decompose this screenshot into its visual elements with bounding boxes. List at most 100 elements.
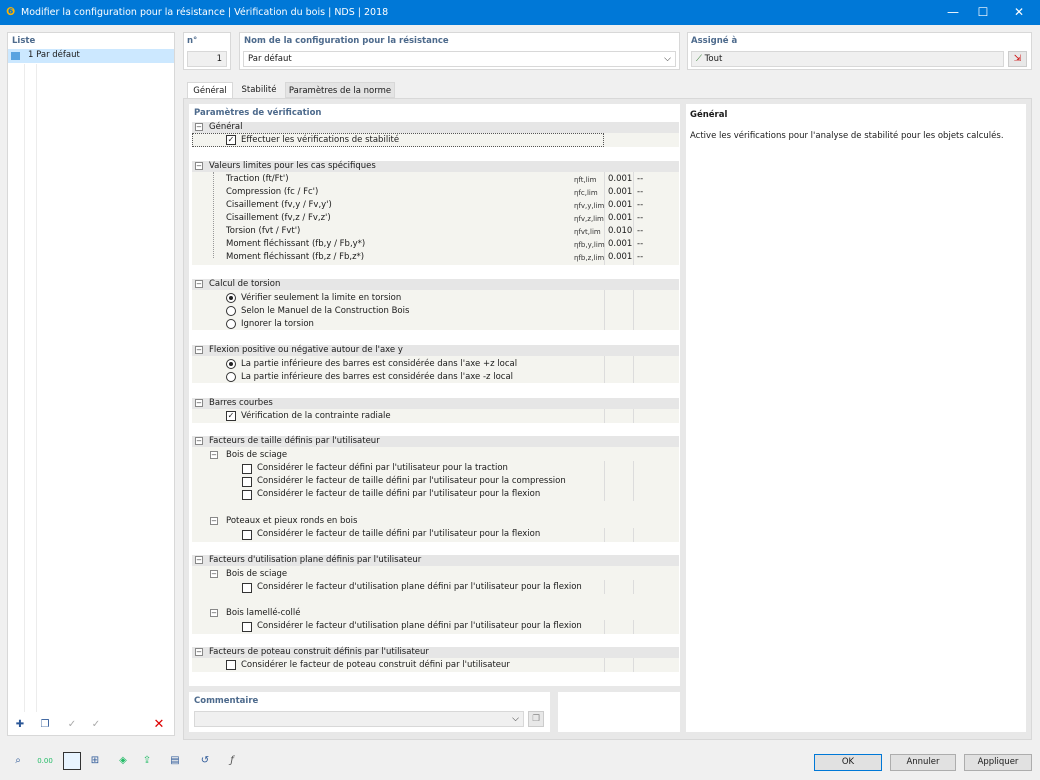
column-divider (633, 658, 634, 672)
group-size-factors: − Facteurs de taille définis par l'utilis… (192, 436, 679, 447)
chevron-down-icon[interactable]: ⌵ (664, 52, 671, 66)
close-button[interactable]: ✕ (1002, 0, 1036, 25)
limit-value[interactable]: 0.001 (608, 212, 632, 225)
flexion-plus-z-label: La partie inférieure des barres est cons… (241, 359, 518, 369)
limit-symbol: ηfvt,lim (574, 228, 601, 236)
minimize-button[interactable]: — (936, 0, 970, 25)
torsion-limit-radio[interactable] (226, 293, 236, 303)
select-objects-icon[interactable]: ⇲ (1008, 51, 1027, 67)
decimals-icon[interactable]: 0.00 (36, 752, 54, 770)
comment-side-panel (558, 692, 680, 732)
tab-general[interactable]: Général (187, 82, 233, 99)
limit-symbol: ηfc,lim (574, 189, 598, 197)
ok-button[interactable]: OK (814, 754, 882, 771)
export-icon[interactable]: ⇪ (138, 752, 156, 770)
collapse-icon[interactable]: − (210, 451, 218, 459)
flat-sawn-checkbox[interactable] (242, 583, 252, 593)
copy-comment-icon[interactable]: ❐ (528, 711, 544, 727)
collapse-icon[interactable]: − (210, 570, 218, 578)
radial-stress-checkbox[interactable]: ✓ (226, 411, 236, 421)
limit-unit: -- (637, 226, 644, 236)
flat-glulam-label: Considérer le facteur d'utilisation plan… (257, 621, 582, 631)
info-panel (686, 104, 1026, 732)
uncheck-all-icon[interactable]: ✓ (88, 717, 104, 733)
limit-value[interactable]: 0.001 (608, 238, 632, 251)
subgroup-sawn-lumber: Bois de sciage (226, 569, 288, 579)
title-bar: ❻ Modifier la configuration pour la rési… (0, 0, 1040, 25)
collapse-icon[interactable]: − (195, 556, 203, 564)
column-divider (633, 461, 634, 501)
collapse-icon[interactable]: − (195, 346, 203, 354)
poles-flexion-checkbox[interactable] (242, 530, 252, 540)
name-input[interactable]: Par défaut ⌵ (243, 51, 676, 67)
collapse-icon[interactable]: − (195, 162, 203, 170)
group-title: Facteurs d'utilisation plane définis par… (209, 555, 422, 565)
torsion-manual-radio[interactable] (226, 306, 236, 316)
radial-stress-label: Vérification de la contrainte radiale (241, 411, 391, 421)
collapse-icon[interactable]: − (195, 399, 203, 407)
limit-value[interactable]: 0.001 (608, 251, 632, 264)
limit-label: Cisaillement (fv,y / Fv,y') (226, 200, 332, 210)
tab-stability[interactable]: Stabilité (236, 82, 282, 98)
flexion-minus-z-radio[interactable] (226, 372, 236, 382)
limit-value[interactable]: 0.010 (608, 225, 632, 238)
group-title: Général (209, 122, 243, 132)
collapse-icon[interactable]: − (195, 280, 203, 288)
copy-item-icon[interactable]: ❐ (37, 717, 53, 733)
group-title: Facteurs de poteau construit définis par… (209, 647, 429, 657)
group-flexion: − Flexion positive ou négative autour de … (192, 345, 679, 356)
color-icon[interactable] (63, 752, 81, 770)
reset-icon[interactable]: ↺ (196, 752, 214, 770)
apply-button[interactable]: Appliquer (964, 754, 1032, 771)
size-flexion-checkbox[interactable] (242, 490, 252, 500)
chevron-down-icon[interactable]: ⌵ (512, 712, 519, 726)
limit-value[interactable]: 0.001 (608, 199, 632, 212)
size-flexion-label: Considérer le facteur de taille défini p… (257, 489, 541, 499)
tab-standard-parameters[interactable]: Paramètres de la norme (285, 82, 395, 98)
flexion-plus-z-radio[interactable] (226, 359, 236, 369)
assigned-field: ⟋ Tout (691, 51, 1004, 67)
column-divider (604, 580, 605, 594)
limit-unit: -- (637, 200, 644, 210)
limit-label: Moment fléchissant (fb,y / Fb,y*) (226, 239, 366, 249)
check-all-icon[interactable]: ✓ (64, 717, 80, 733)
list-item[interactable]: 1 Par défaut (8, 49, 174, 63)
units-icon[interactable]: ⊞ (86, 752, 104, 770)
column-divider (604, 172, 605, 265)
new-item-icon[interactable]: ✚ (12, 717, 28, 733)
delete-icon[interactable]: ✕ (151, 717, 167, 733)
limit-label: Compression (fc / Fc') (226, 187, 319, 197)
limit-symbol: ηfv,y,lim (574, 202, 605, 210)
limit-symbol: ηfb,y,lim (574, 241, 605, 249)
stability-checkbox[interactable]: ✓ (226, 135, 236, 145)
subgroup-round-poles: Poteaux et pieux ronds en bois (226, 516, 358, 526)
function-icon[interactable]: ƒ (223, 752, 241, 770)
view-icon[interactable]: ◈ (114, 752, 132, 770)
limit-label: Traction (ft/Ft') (226, 174, 289, 184)
parameters-header: Paramètres de vérification (194, 108, 322, 118)
flat-glulam-checkbox[interactable] (242, 622, 252, 632)
subgroup-sawn-lumber: Bois de sciage (226, 450, 288, 460)
limit-value[interactable]: 0.001 (608, 186, 632, 199)
maximize-button[interactable]: ☐ (966, 0, 1000, 25)
comment-input[interactable]: ⌵ (194, 711, 524, 727)
list-panel (7, 32, 175, 736)
app-icon: ❻ (6, 5, 16, 18)
table-icon[interactable]: ▤ (166, 752, 184, 770)
column-divider (604, 620, 605, 634)
search-icon[interactable]: ⌕ (9, 752, 27, 770)
collapse-icon[interactable]: − (195, 123, 203, 131)
collapse-icon[interactable]: − (210, 517, 218, 525)
group-title: Barres courbes (209, 398, 273, 408)
collapse-icon[interactable]: − (210, 609, 218, 617)
torsion-ignore-radio[interactable] (226, 319, 236, 329)
cancel-button[interactable]: Annuler (890, 754, 956, 771)
info-title: Général (690, 110, 728, 120)
size-tension-checkbox[interactable] (242, 464, 252, 474)
limit-value[interactable]: 0.001 (608, 173, 632, 186)
column-divider (633, 356, 634, 383)
size-compression-checkbox[interactable] (242, 477, 252, 487)
collapse-icon[interactable]: − (195, 648, 203, 656)
column-factor-checkbox[interactable] (226, 660, 236, 670)
collapse-icon[interactable]: − (195, 437, 203, 445)
